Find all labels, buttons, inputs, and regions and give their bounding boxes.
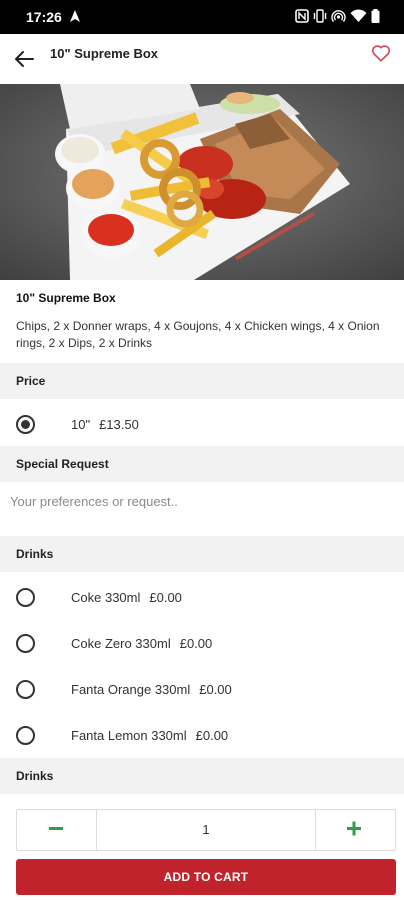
status-bar: 17:26 — [0, 0, 404, 34]
radio-dot — [21, 420, 30, 429]
drink-option-coke-zero[interactable]: Coke Zero 330ml £0.00 — [0, 621, 404, 665]
special-request-input[interactable] — [10, 486, 394, 516]
section-title-drinks-2: Drinks — [16, 769, 54, 783]
option-price: £13.50 — [99, 417, 139, 432]
decrease-quantity-button[interactable] — [17, 810, 97, 850]
status-icons — [295, 9, 380, 23]
drink-name: Coke Zero 330ml — [71, 636, 171, 651]
app-bar: 10" Supreme Box — [0, 34, 404, 84]
increase-quantity-button[interactable] — [315, 810, 395, 850]
plus-icon — [347, 821, 361, 836]
section-header-price: Price — [0, 363, 404, 399]
drink-price: £0.00 — [149, 590, 182, 605]
radio-selected[interactable] — [16, 415, 35, 434]
battery-icon — [371, 9, 380, 23]
section-header-drinks: Drinks — [0, 536, 404, 572]
drink-price: £0.00 — [199, 682, 232, 697]
page-title: 10" Supreme Box — [50, 46, 159, 61]
option-label: Fanta Lemon 330ml £0.00 — [71, 728, 228, 743]
product-name: 10" Supreme Box — [16, 291, 116, 305]
quantity-stepper: 1 — [16, 809, 396, 851]
radio-unselected[interactable] — [16, 680, 35, 699]
section-title-special-request: Special Request — [16, 457, 109, 471]
quantity-value: 1 — [202, 822, 210, 837]
arrow-left-icon — [15, 51, 34, 67]
price-option-10-inch[interactable]: 10" £13.50 — [0, 402, 404, 446]
radio-unselected[interactable] — [16, 588, 35, 607]
radio-unselected[interactable] — [16, 634, 35, 653]
option-label: Coke 330ml £0.00 — [71, 590, 182, 605]
section-header-drinks-2: Drinks — [0, 758, 404, 794]
section-title-drinks: Drinks — [16, 547, 54, 561]
drink-option-fanta-orange[interactable]: Fanta Orange 330ml £0.00 — [0, 667, 404, 711]
drink-price: £0.00 — [179, 636, 213, 651]
navigation-icon — [70, 10, 80, 22]
nfc-icon — [295, 9, 309, 23]
drink-option-coke[interactable]: Coke 330ml £0.00 — [0, 575, 404, 619]
drink-name: Fanta Orange 330ml — [71, 682, 191, 697]
drink-price: £0.00 — [195, 728, 229, 743]
option-label: Coke Zero 330ml £0.00 — [71, 636, 212, 651]
hotspot-icon — [331, 10, 346, 22]
drink-name: Fanta Lemon 330ml — [71, 728, 187, 743]
drink-option-fanta-lemon[interactable]: Fanta Lemon 330ml £0.00 — [0, 713, 404, 757]
status-time: 17:26 — [26, 9, 62, 25]
section-header-special-request: Special Request — [0, 446, 404, 482]
section-title-price: Price — [16, 374, 46, 388]
drink-name: Coke 330ml — [71, 590, 141, 605]
product-description: Chips, 2 x Donner wraps, 4 x Goujons, 4 … — [16, 319, 380, 350]
option-label: Fanta Orange 330ml £0.00 — [71, 682, 232, 697]
option-label: 10" £13.50 — [71, 417, 139, 432]
radio-unselected[interactable] — [16, 726, 35, 745]
back-button[interactable] — [12, 46, 38, 72]
heart-outline-icon — [371, 45, 391, 62]
wifi-icon — [350, 9, 367, 22]
option-size: 10" — [71, 417, 91, 432]
vibrate-icon — [313, 9, 327, 23]
favorite-button[interactable] — [370, 42, 392, 64]
minus-icon — [49, 827, 63, 830]
product-image — [0, 84, 404, 280]
add-to-cart-button[interactable]: ADD TO CART — [16, 859, 396, 895]
